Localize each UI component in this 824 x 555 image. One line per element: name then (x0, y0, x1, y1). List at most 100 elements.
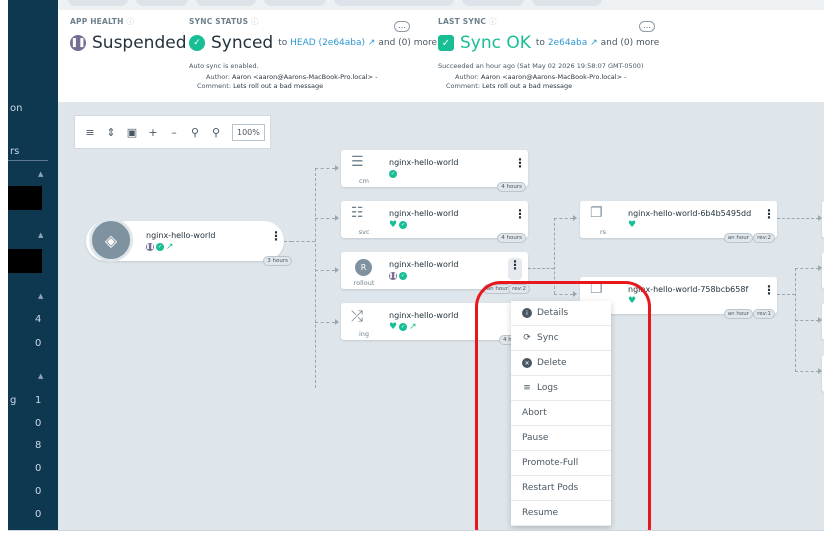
app-status-header: APP HEALTH ⓘ ❚❚ Suspended SYNC STATUS ⓘ … (58, 0, 824, 103)
last-sync-status: Sync OK (460, 33, 531, 53)
author-label: Author: (455, 73, 479, 81)
heart-icon: ♥ (389, 322, 398, 332)
comment-value: Lets roll out a bad message (482, 82, 573, 90)
zoom-out-icon[interactable]: ⚲ (207, 123, 225, 141)
node-menu-button[interactable]: ⋮ (508, 258, 522, 280)
check-circle-icon: ✓ (189, 35, 205, 51)
toolbar-button[interactable] (532, 0, 602, 6)
external-link-icon[interactable]: ↗ (368, 38, 376, 48)
age-badge: an hour (723, 233, 753, 243)
external-link-icon[interactable]: ↗ (409, 323, 417, 332)
node-kind: svc (358, 228, 370, 236)
top-toolbar-strip (58, 0, 824, 10)
fit-screen-icon[interactable]: ▣ (123, 123, 141, 141)
collapse-icon[interactable]: ⇕ (102, 123, 120, 141)
service-node[interactable]: ☷ svc nginx-hello-world ♥ ✓ ⋮ 4 hours (341, 201, 528, 243)
plus-icon[interactable]: + (144, 123, 162, 141)
sidebar: on rs ▲ ▲ ▲ 4 0 ▲ g 1 0 8 0 0 0 (8, 0, 58, 530)
sidebar-label: on (10, 103, 23, 114)
replicaset-icon: ❐ (590, 205, 603, 221)
toolbar-button[interactable] (264, 0, 326, 6)
last-sync-label: LAST SYNC (438, 17, 487, 26)
sidebar-label: rs (10, 146, 20, 157)
app-node[interactable]: ◈ nginx-hello-world ❚❚ ✓ ↗ ⋮ 3 hours (86, 218, 292, 266)
toolbar-button[interactable] (136, 0, 188, 6)
node-kind: rollout (353, 279, 375, 287)
edge (795, 371, 819, 372)
sync-more-text: and (0) more (378, 38, 438, 48)
edge (291, 241, 315, 242)
succeeded-text: Succeeded an hour ago (Sat May 02 2026 1… (438, 62, 644, 70)
last-sync-panel: LAST SYNC ⓘ ✓ Sync OK to 2e64aba ↗ and (… (438, 16, 659, 90)
check-square-icon: ✓ (438, 35, 454, 51)
node-kind: cm (359, 177, 369, 185)
to-text: to (535, 38, 545, 48)
sidebar-count: 4 (35, 314, 42, 325)
node-menu-button[interactable]: ⋮ (763, 284, 775, 296)
help-icon[interactable]: ⓘ (126, 17, 134, 26)
edge (554, 218, 573, 219)
age-badge: 4 hours (497, 233, 526, 243)
toolbar-button[interactable] (68, 0, 128, 6)
node-kind: rs (599, 228, 607, 236)
external-link-icon[interactable]: ↗ (166, 243, 174, 252)
configmap-node[interactable]: ☰ cm nginx-hello-world ✓ ⋮ 4 hours (341, 150, 528, 192)
sidebar-filter-box[interactable] (8, 186, 42, 210)
node-menu-button[interactable]: ⋮ (514, 208, 526, 220)
sidebar-count: 0 (35, 463, 42, 474)
zoom-in-icon[interactable]: ⚲ (186, 123, 204, 141)
caret-up-icon[interactable]: ▲ (38, 231, 43, 239)
caret-up-icon[interactable]: ▲ (38, 292, 43, 300)
toolbar-button[interactable] (196, 0, 256, 6)
zoom-level-button[interactable]: 100% (232, 123, 265, 141)
pause-icon: ❚❚ (388, 272, 398, 280)
check-circle-icon: ✓ (389, 170, 397, 178)
edge (315, 270, 335, 271)
resource-tree-graph: ≡ ⇕ ▣ + – ⚲ ⚲ 100% ◈ nginx-hello-world ❚… (58, 103, 824, 530)
help-icon[interactable]: ⓘ (489, 17, 497, 26)
sync-status-value: Synced (211, 33, 274, 53)
edge-arrow (335, 319, 339, 325)
node-menu-button[interactable]: ⋮ (763, 208, 775, 220)
edge (315, 168, 316, 388)
align-left-icon[interactable]: ≡ (81, 123, 99, 141)
edge (777, 218, 819, 219)
caret-up-icon[interactable]: ▲ (38, 372, 43, 380)
caret-up-icon[interactable]: ▲ (38, 170, 43, 178)
bottom-edge (8, 530, 824, 555)
node-name: nginx-hello-world-6b4b5495dd (628, 209, 752, 218)
node-menu-button[interactable]: ⋮ (514, 157, 526, 169)
sidebar-count: 0 (35, 509, 42, 520)
toolbar-button[interactable] (462, 0, 524, 6)
age-badge: 4 hours (497, 182, 526, 192)
help-icon[interactable]: ⓘ (251, 17, 259, 26)
edge (315, 168, 335, 169)
more-options-button[interactable]: … (639, 21, 655, 32)
edge-arrow (335, 165, 339, 171)
edge (315, 218, 335, 219)
comment-value: Lets roll out a bad message (233, 82, 324, 90)
replicaset-node[interactable]: ❐ rs nginx-hello-world-6b4b5495dd ♥ ⋮ an… (580, 201, 777, 243)
app-frame: on rs ▲ ▲ ▲ 4 0 ▲ g 1 0 8 0 0 0 APP HEAL… (0, 0, 824, 555)
sidebar-filter-box[interactable] (8, 249, 42, 273)
annotation-highlight (475, 281, 651, 553)
external-link-icon[interactable]: ↗ (590, 38, 598, 48)
sidebar-count: 1 (35, 395, 42, 406)
sidebar-count: 0 (35, 418, 42, 429)
sidebar-count: 0 (35, 338, 42, 349)
minus-icon[interactable]: – (165, 123, 183, 141)
age-badge: an hour (723, 309, 753, 319)
last-sync-more-text: and (0) more (600, 38, 660, 48)
service-icon: ☷ (351, 205, 364, 221)
revision-badge: rev:1 (753, 309, 775, 319)
toolbar-button[interactable] (334, 0, 454, 6)
more-options-button[interactable]: … (394, 21, 410, 32)
sync-revision-link[interactable]: HEAD (2e64aba) (290, 38, 365, 48)
last-sync-revision-link[interactable]: 2e64aba (548, 38, 587, 48)
check-circle-icon: ✓ (156, 243, 164, 251)
node-name: nginx-hello-world (389, 209, 459, 218)
check-circle-icon: ✓ (399, 272, 407, 280)
node-menu-button[interactable]: ⋮ (270, 230, 282, 242)
author-value: Aaron <aaron@Aarons-MacBook-Pro.local> - (232, 73, 378, 81)
auto-sync-text: Auto sync is enabled. (189, 62, 259, 70)
